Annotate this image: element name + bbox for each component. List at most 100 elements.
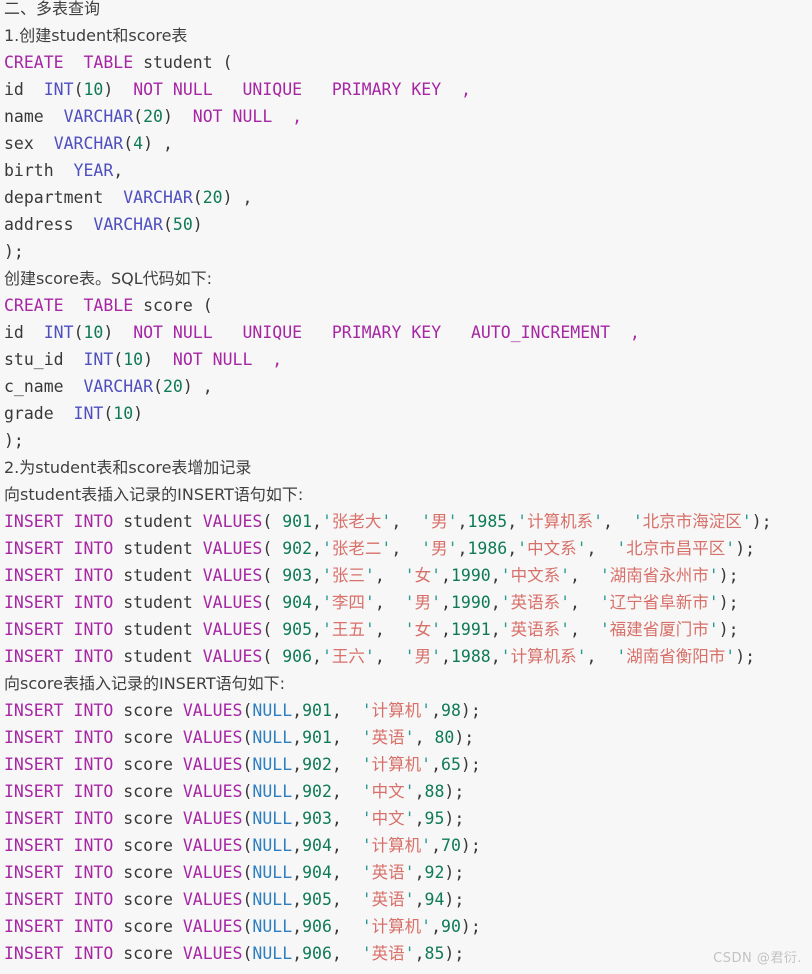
statement-close: ); [444, 944, 465, 963]
statement-close: ); [444, 863, 465, 882]
comma: , [391, 539, 422, 558]
keyword-into: INTO [73, 620, 114, 639]
value-department: 英语系 [510, 620, 561, 639]
keyword-insert: INSERT [4, 782, 64, 801]
value-name: 张三 [331, 566, 365, 585]
comma: , [162, 134, 173, 153]
comma: , [374, 647, 405, 666]
string-quote-close: ' [741, 512, 752, 531]
table-name-student: student [123, 512, 193, 531]
code-line-score-col-cname: c_name VARCHAR(20) , [4, 373, 812, 400]
open-paren: ( [73, 80, 84, 99]
comma: , [431, 836, 442, 855]
string-quote-close: ' [404, 809, 415, 828]
open-paren: ( [242, 836, 253, 855]
column-constraints: NOT NULL UNIQUE PRIMARY KEY AUTO_INCREME… [133, 323, 640, 342]
table-name-score: score [123, 890, 173, 909]
comma: , [414, 728, 435, 747]
value-birth: 1988 [450, 647, 491, 666]
value-course-name: 英语 [371, 944, 405, 963]
keyword-into: INTO [73, 755, 114, 774]
table-name-student: student [123, 566, 193, 585]
keyword-values: VALUES [182, 890, 243, 909]
value-grade: 70 [441, 836, 461, 855]
value-stu-id: 906 [302, 944, 332, 963]
keyword-insert: INSERT [4, 728, 64, 747]
code-line-insert-score: INSERT INTO score VALUES(NULL,902, '计算机'… [4, 751, 812, 778]
string-quote-open: ' [361, 917, 372, 936]
open-paren: ( [262, 539, 283, 558]
comma: , [414, 944, 425, 963]
string-quote-close: ' [708, 566, 719, 585]
statement-close: ); [444, 782, 465, 801]
comma: , [414, 863, 425, 882]
value-course-name: 计算机 [371, 755, 422, 774]
code-line-insert-student: INSERT INTO student VALUES( 903,'张三', '女… [4, 562, 812, 589]
open-paren: ( [113, 350, 124, 369]
keyword-values: VALUES [182, 782, 243, 801]
value-stu-id: 901 [302, 701, 332, 720]
string-quote-open: ' [321, 593, 332, 612]
string-quote-close: ' [421, 836, 432, 855]
value-birth: 1990 [450, 566, 491, 585]
statement-close: ); [444, 809, 465, 828]
code-line-col-id: id INT(10) NOT NULL UNIQUE PRIMARY KEY , [4, 76, 812, 103]
column-name-c-name: c_name [4, 377, 64, 396]
type-varchar: VARCHAR [63, 107, 134, 126]
value-sex: 男 [414, 647, 432, 666]
type-varchar: VARCHAR [123, 188, 193, 207]
string-quote-open: ' [421, 539, 432, 558]
string-quote-close: ' [708, 620, 719, 639]
value-stu-id: 904 [302, 836, 332, 855]
statement-close: ); [460, 917, 481, 936]
open-paren: ( [262, 566, 283, 585]
open-paren: ( [162, 215, 173, 234]
string-quote-open: ' [321, 539, 332, 558]
student-insert-list: INSERT INTO student VALUES( 901,'张老大', '… [4, 508, 812, 670]
table-name-score: score [123, 728, 173, 747]
comma: , [331, 917, 362, 936]
keyword-values: VALUES [182, 728, 243, 747]
type-length: 20 [143, 107, 163, 126]
column-name-stu-id: stu_id [4, 350, 64, 369]
code-line-insert-student: INSERT INTO student VALUES( 902,'张老二', '… [4, 535, 812, 562]
comma: , [292, 863, 303, 882]
keyword-insert: INSERT [4, 944, 64, 963]
keyword-into: INTO [73, 890, 114, 909]
value-grade: 65 [441, 755, 461, 774]
table-name-score: score [123, 863, 173, 882]
close-paren: ) [103, 323, 114, 342]
comma: , [586, 647, 617, 666]
value-stu-id: 901 [302, 728, 332, 747]
value-birth: 1986 [467, 539, 508, 558]
comma: , [431, 755, 442, 774]
note-insert-student: 向student表插入记录的INSERT语句如下: [4, 485, 304, 504]
value-null: NULL [252, 944, 293, 963]
string-quote-close: ' [364, 647, 375, 666]
value-grade: 98 [441, 701, 461, 720]
table-name-student: student [123, 647, 193, 666]
comma: , [441, 566, 451, 585]
keyword-values: VALUES [202, 620, 263, 639]
string-quote-open: ' [361, 836, 372, 855]
statement-close: ); [454, 728, 475, 747]
comma: , [490, 620, 501, 639]
keyword-insert: INSERT [4, 836, 64, 855]
value-department: 英语系 [510, 593, 561, 612]
